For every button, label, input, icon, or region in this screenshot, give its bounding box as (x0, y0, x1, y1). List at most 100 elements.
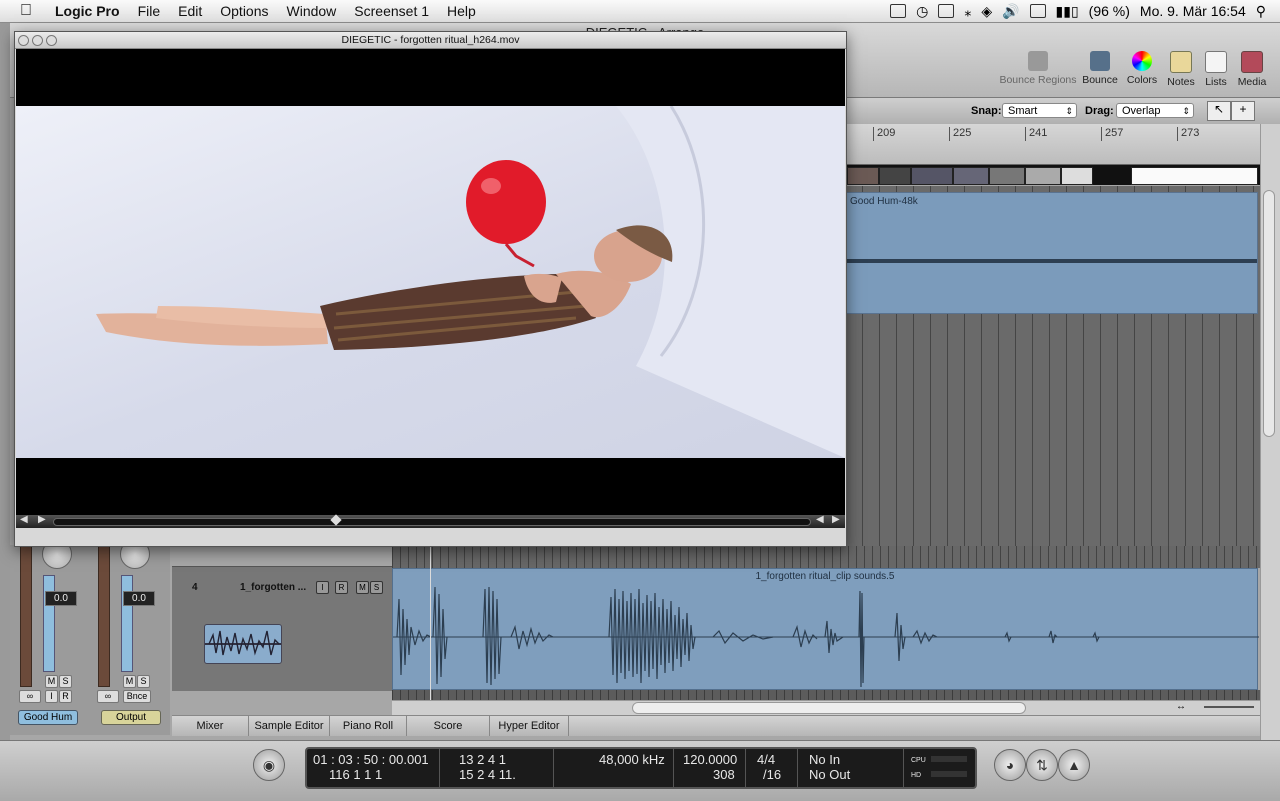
bar-position: 13 2 4 1 (459, 752, 506, 767)
mute-button[interactable]: M (45, 675, 58, 688)
snap-select[interactable]: Smart (1002, 103, 1077, 119)
apple-menu-icon[interactable]:  (0, 0, 46, 22)
level-meter (20, 545, 32, 687)
spotlight-search-icon[interactable]: ⚲ (1256, 3, 1266, 20)
media-icon (1241, 51, 1263, 73)
clock[interactable]: Mo. 9. Mär 16:54 (1140, 3, 1246, 19)
track-lane-grid (392, 690, 1260, 700)
tab-hyper-editor[interactable]: Hyper Editor (490, 716, 569, 736)
drag-select[interactable]: Overlap (1116, 103, 1194, 119)
zoom-slider[interactable] (1204, 706, 1254, 708)
tuner-icon[interactable]: ◕ (994, 749, 1026, 781)
menu-options[interactable]: Options (211, 0, 277, 22)
playhead[interactable] (430, 546, 431, 700)
timemachine-icon[interactable]: ◷ (916, 3, 928, 20)
play-icon[interactable]: ▶ (38, 514, 46, 525)
division[interactable]: /16 (763, 767, 781, 782)
movie-scrubber[interactable] (53, 514, 811, 526)
minimize-window-icon[interactable] (32, 35, 43, 46)
record-enable-button[interactable]: R (59, 690, 72, 703)
add-tool-icon[interactable]: + (1231, 101, 1255, 121)
bounce-channel-button[interactable]: Bnce (123, 690, 151, 703)
ruler-label: 225 (949, 127, 971, 141)
ruler-label: 257 (1101, 127, 1123, 141)
link-icon[interactable]: ∞ (97, 690, 119, 703)
volume-fader[interactable] (121, 575, 133, 672)
bluetooth-icon[interactable]: ⁎ (964, 3, 971, 20)
time-signature[interactable]: 4/4 (757, 752, 775, 767)
menu-help[interactable]: Help (438, 0, 485, 22)
track-number: 4 (192, 582, 198, 593)
track-waveform-icon (204, 624, 282, 664)
tab-sample-editor[interactable]: Sample Editor (249, 716, 330, 736)
movie-thumbnail (911, 167, 953, 185)
battery-icon[interactable]: ▮▮▯ (1056, 3, 1079, 20)
channel-name[interactable]: Output (101, 710, 161, 725)
bounce-regions-icon (1028, 51, 1048, 71)
lcd-display[interactable]: 01 : 03 : 50 : 00.001 116 1 1 1 13 2 4 1… (305, 747, 977, 789)
mute-button[interactable]: M (123, 675, 136, 688)
track-solo-button[interactable]: S (370, 581, 383, 594)
volume-icon[interactable]: 🔊 (1002, 3, 1019, 20)
tab-score[interactable]: Score (407, 716, 490, 736)
terminal-icon[interactable] (890, 4, 907, 18)
input-monitor-button[interactable]: I (45, 690, 58, 703)
pointer-tool-icon[interactable]: ↖ (1207, 101, 1231, 121)
zoom-window-icon[interactable] (46, 35, 57, 46)
movie-window-titlebar[interactable]: DIEGETIC - forgotten ritual_h264.mov (15, 32, 846, 49)
editor-tab-bar: Mixer Sample Editor Piano Roll Score Hyp… (172, 715, 1260, 736)
inspector-channel-strips: 0.0 M S ∞ I R Good Hum 0.0 M S ∞ Bnce Ou… (10, 539, 170, 735)
midi-in: No In (809, 752, 841, 767)
movie-window[interactable]: DIEGETIC - forgotten ritual_h264.mov ◀ ▶ (14, 31, 847, 547)
track-lane-grid[interactable] (392, 546, 1260, 568)
menu-file[interactable]: File (129, 0, 170, 22)
display-icon[interactable] (938, 4, 955, 18)
tempo-secondary: 308 (713, 767, 735, 782)
tab-piano-roll[interactable]: Piano Roll (330, 716, 407, 736)
movie-thumbnail (1131, 167, 1258, 185)
menu-app-name[interactable]: Logic Pro (46, 0, 129, 22)
menu-window[interactable]: Window (278, 0, 346, 22)
track-input-monitor-button[interactable]: I (316, 581, 329, 594)
bounce-regions-label: Bounce Regions (999, 74, 1077, 86)
rewind-icon[interactable]: ◀ (816, 514, 824, 525)
channel-strip-good-hum: 0.0 M S ∞ I R Good Hum (15, 539, 89, 735)
channel-name[interactable]: Good Hum (18, 710, 78, 725)
movie-thumbnail-track[interactable] (845, 165, 1260, 185)
audio-region[interactable]: Good Hum-48k (845, 192, 1258, 314)
metronome-icon[interactable]: ▲ (1058, 749, 1090, 781)
tempo[interactable]: 120.0000 (683, 752, 737, 767)
track-name[interactable]: 1_forgotten ... (240, 582, 306, 593)
media-button[interactable]: Media (1223, 51, 1280, 88)
audio-region-clip-sounds[interactable]: 1_forgotten ritual_clip sounds.5 (392, 568, 1259, 690)
video-image (16, 106, 845, 458)
ruler-label: 241 (1025, 127, 1047, 141)
link-icon[interactable]: ∞ (19, 690, 41, 703)
menu-edit[interactable]: Edit (169, 0, 211, 22)
calendar-icon[interactable] (1029, 4, 1046, 18)
wifi-icon[interactable]: ◈ (981, 3, 992, 20)
track-record-button[interactable]: R (335, 581, 348, 594)
channel-strip-output: 0.0 M S ∞ Bnce Output (93, 539, 167, 735)
horizontal-scroll-thumb[interactable] (632, 702, 1026, 714)
zoom-horizontal-icon[interactable]: ↔ (1170, 701, 1192, 713)
track-mute-button[interactable]: M (356, 581, 369, 594)
bar-ruler[interactable]: 209 225 241 257 273 (845, 124, 1260, 165)
solo-button[interactable]: S (59, 675, 72, 688)
cpu-label: CPU (911, 757, 926, 764)
close-window-icon[interactable] (18, 35, 29, 46)
fast-forward-icon[interactable]: ▶ (832, 514, 840, 525)
volume-fader[interactable] (43, 575, 55, 672)
menu-screenset[interactable]: Screenset 1 (345, 0, 438, 22)
bounce-transport-icon[interactable]: ⇅ (1026, 749, 1058, 781)
record-icon[interactable]: ◉ (253, 749, 285, 781)
volume-value[interactable]: 0.0 (123, 591, 155, 606)
colors-icon (1132, 51, 1152, 71)
tab-mixer[interactable]: Mixer (172, 716, 249, 736)
volume-value[interactable]: 0.0 (45, 591, 77, 606)
region-name: Good Hum-48k (850, 196, 918, 207)
bounce-regions-button[interactable]: Bounce Regions (995, 51, 1081, 86)
vertical-scroll-thumb[interactable] (1263, 190, 1275, 437)
step-back-icon[interactable]: ◀ (20, 514, 28, 525)
solo-button[interactable]: S (137, 675, 150, 688)
